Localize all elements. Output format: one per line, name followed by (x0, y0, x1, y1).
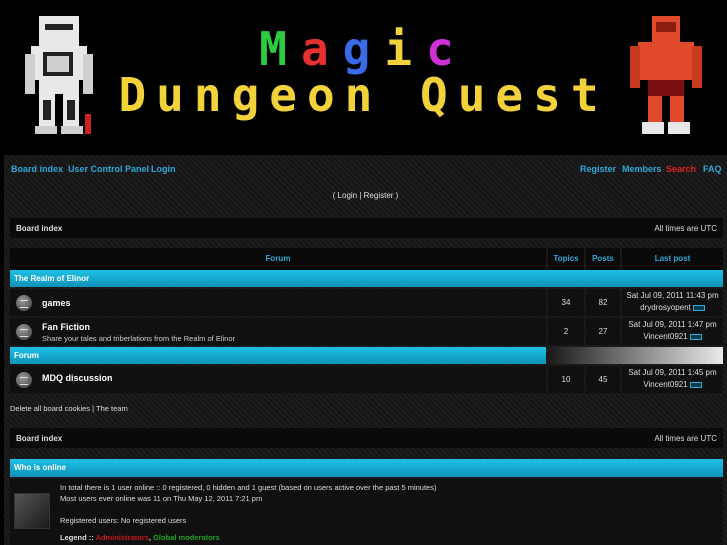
forum-row: MDQ discussion 10 45 Sat Jul 09, 2011 1:… (10, 366, 723, 393)
category-forum[interactable]: Forum (10, 347, 546, 364)
breadcrumb-board-index[interactable]: Board index (16, 224, 62, 233)
legend-line: Legend :: Administrators, Global moderat… (60, 533, 220, 542)
forum-name-link[interactable]: games (42, 298, 71, 308)
online-total-text: In total there is 1 user online :: 0 reg… (60, 483, 437, 492)
bottom-board-index-link[interactable]: Board index (16, 434, 62, 443)
topics-cell: 10 (548, 366, 584, 393)
last-post-author-link[interactable]: drydrosyopent (640, 303, 691, 312)
last-post-date: Sat Jul 09, 2011 1:45 pm (628, 368, 717, 377)
view-latest-post-icon[interactable] (692, 304, 705, 311)
col-header-posts: Posts (586, 248, 620, 270)
last-post-author-line: Vincent0921 (622, 380, 723, 389)
last-post-date: Sat Jul 09, 2011 11:43 pm (626, 291, 719, 300)
breadcrumb-bar: Board index All times are UTC (10, 218, 723, 238)
forum-read-icon (16, 295, 32, 311)
nav-login-link[interactable]: Login (151, 164, 176, 174)
topics-count: 2 (563, 327, 569, 336)
posts-count: 45 (598, 375, 608, 384)
banner-title-dungeon-quest: Dungeon Quest (118, 68, 609, 122)
legend-global-moderators-link[interactable]: Global moderators (153, 533, 220, 542)
topics-cell: 2 (548, 318, 584, 345)
forum-cell: Fan Fiction Share your tales and triberl… (10, 318, 546, 345)
forum-description: Share your tales and triberlations from … (42, 334, 236, 343)
forum-read-icon (16, 324, 32, 340)
last-post-cell: Sat Jul 09, 2011 1:47 pm Vincent0921 (622, 318, 723, 345)
nav-members-link[interactable]: Members (622, 164, 662, 174)
site-banner: Magic Dungeon Quest (0, 0, 727, 155)
col-header-forum: Forum (10, 248, 546, 270)
topics-cell: 34 (548, 289, 584, 316)
forum-row: games 34 82 Sat Jul 09, 2011 11:43 pm dr… (10, 289, 723, 316)
topics-count: 10 (561, 375, 571, 384)
posts-cell: 27 (586, 318, 620, 345)
view-latest-post-icon[interactable] (689, 381, 702, 388)
last-post-cell: Sat Jul 09, 2011 1:45 pm Vincent0921 (622, 366, 723, 393)
posts-cell: 45 (586, 366, 620, 393)
posts-count: 27 (598, 327, 608, 336)
last-post-date: Sat Jul 09, 2011 1:47 pm (628, 320, 717, 329)
category-realm-of-elinor[interactable]: The Realm of Elinor (10, 270, 723, 287)
posts-count: 82 (598, 298, 608, 307)
forum-frame: Board index User Control Panel Login Reg… (4, 155, 727, 545)
nav-user-control-panel-link[interactable]: User Control Panel (68, 164, 149, 174)
forum-row: Fan Fiction Share your tales and triberl… (10, 318, 723, 345)
who-is-online-header: Who is online (10, 459, 723, 477)
col-header-topics: Topics (548, 248, 584, 270)
col-header-last-post: Last post (622, 248, 723, 270)
forum-cell: MDQ discussion (10, 366, 546, 393)
last-post-author-line: drydrosyopent (622, 303, 723, 312)
topics-count: 34 (561, 298, 571, 307)
forum-name-link[interactable]: MDQ discussion (42, 373, 113, 383)
auth-links[interactable]: ( Login | Register ) (4, 191, 727, 200)
nav-faq-link[interactable]: FAQ (703, 164, 722, 174)
who-is-online-panel: In total there is 1 user online :: 0 reg… (10, 479, 723, 545)
ogre-sprite-image (630, 16, 702, 134)
forum-cell: games (10, 289, 546, 316)
view-latest-post-icon[interactable] (689, 333, 702, 340)
nav-board-index-link[interactable]: Board index (11, 164, 63, 174)
who-is-online-icon (14, 493, 50, 529)
legend-label: Legend :: (60, 533, 94, 542)
last-post-author-link[interactable]: Vincent0921 (643, 380, 687, 389)
nav-search-link[interactable]: Search (666, 164, 696, 174)
posts-cell: 82 (586, 289, 620, 316)
timezone-note: All times are UTC (654, 224, 717, 233)
last-post-author-line: Vincent0921 (622, 332, 723, 341)
last-post-cell: Sat Jul 09, 2011 11:43 pm drydrosyopent (622, 289, 723, 316)
bottom-timezone-note: All times are UTC (654, 434, 717, 443)
forum-name-link[interactable]: Fan Fiction (42, 322, 90, 332)
footer-links[interactable]: Delete all board cookies | The team (10, 404, 128, 413)
registered-users-text: Registered users: No registered users (60, 516, 187, 525)
nav-bar: Board index User Control Panel Login Reg… (4, 155, 727, 183)
online-record-text: Most users ever online was 11 on Thu May… (60, 494, 263, 503)
forum-read-icon (16, 372, 32, 388)
category-bar-fade (548, 347, 723, 364)
legend-administrators-link[interactable]: Administrators (96, 533, 149, 542)
last-post-author-link[interactable]: Vincent0921 (643, 332, 687, 341)
nav-register-link[interactable]: Register (580, 164, 616, 174)
bottom-breadcrumb-bar: Board index All times are UTC (10, 428, 723, 448)
